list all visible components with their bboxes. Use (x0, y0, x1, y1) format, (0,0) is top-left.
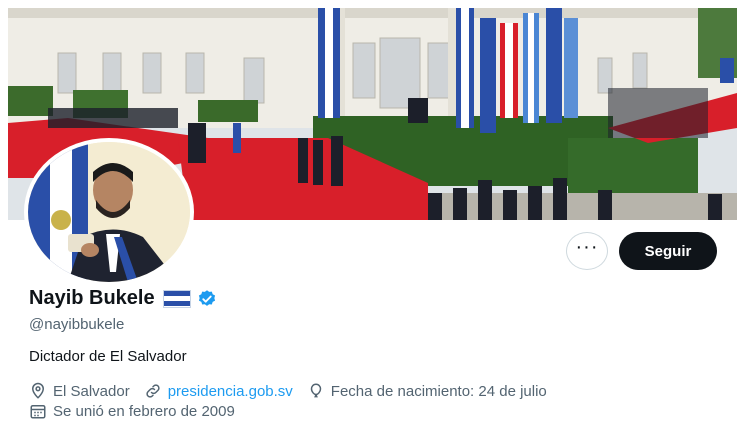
balloon-icon (310, 383, 322, 398)
verified-badge-icon (198, 289, 215, 306)
profile-joined-row: Se unió en febrero de 2009 (29, 402, 249, 420)
profile-name: Nayib Bukele (29, 287, 155, 309)
calendar-icon (30, 405, 46, 419)
profile-meta: El Salvador presidencia.gob.sv Fecha de … (29, 382, 561, 400)
location-text: El Salvador (53, 382, 130, 400)
location-pin-icon (31, 382, 45, 399)
website-link[interactable]: presidencia.gob.sv (168, 383, 293, 400)
more-button[interactable]: ··· (566, 232, 608, 270)
link-icon (146, 384, 160, 398)
avatar[interactable] (28, 142, 190, 282)
birthday-text: Fecha de nacimiento: 24 de julio (330, 382, 547, 400)
profile-handle: @nayibbukele (29, 316, 125, 333)
el-salvador-flag-icon (162, 289, 191, 308)
joined-text: Se unió en febrero de 2009 (53, 402, 235, 420)
joined-item: Se unió en febrero de 2009 (29, 402, 235, 420)
more-icon: ··· (575, 236, 599, 258)
birthday-item: Fecha de nacimiento: 24 de julio (307, 382, 547, 400)
follow-button[interactable]: Seguir (619, 232, 717, 270)
profile-bio: Dictador de El Salvador (29, 348, 187, 365)
location-item: El Salvador (29, 382, 130, 400)
website-item: presidencia.gob.sv (144, 382, 293, 400)
profile-name-row: Nayib Bukele (29, 287, 217, 310)
